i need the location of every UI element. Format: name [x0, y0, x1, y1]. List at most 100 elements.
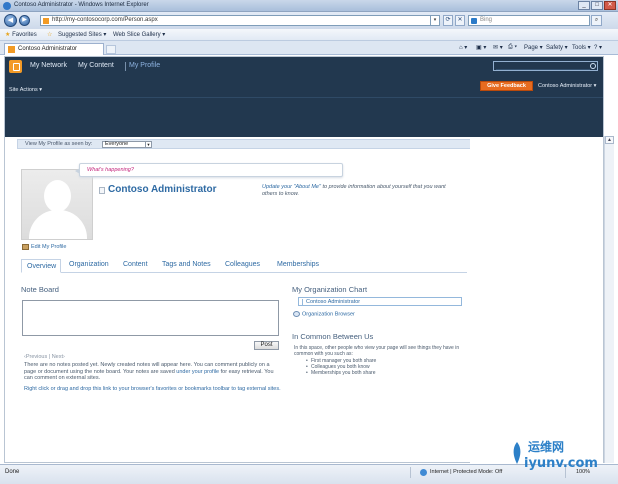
new-tab-button[interactable]: [106, 45, 116, 54]
page-menu[interactable]: Page ▾: [524, 44, 543, 51]
help-menu[interactable]: ? ▾: [594, 44, 602, 51]
watermark-line1: 运维网: [528, 440, 565, 454]
nav-separator: [125, 62, 126, 71]
suggested-sites-link[interactable]: Suggested Sites ▾: [58, 31, 106, 38]
tag-bookmarklet-link[interactable]: Right click or drag and drop this link t…: [24, 386, 282, 393]
avatar-head: [44, 180, 71, 212]
org-chart-node[interactable]: Contoso Administrator: [298, 297, 462, 306]
favorites-button[interactable]: ★ Favorites: [5, 31, 37, 38]
browser-navbar: ◀ ▶ http://my-contosocorp.com/Person.asp…: [0, 12, 618, 29]
presence-icon: [99, 187, 105, 194]
favorites-star-icon: ★: [5, 32, 11, 38]
vertical-scrollbar[interactable]: ▲: [604, 136, 614, 463]
post-button[interactable]: Post: [254, 341, 279, 350]
web-slice-gallery-link[interactable]: Web Slice Gallery ▾: [113, 31, 165, 38]
tab-organization[interactable]: Organization: [69, 261, 109, 268]
security-zone[interactable]: Internet | Protected Mode: Off: [430, 469, 502, 475]
edit-my-profile-link[interactable]: Edit My Profile: [22, 244, 66, 250]
status-divider: [410, 467, 411, 478]
internet-zone-icon: [420, 469, 427, 476]
search-button[interactable]: ⌕: [591, 15, 602, 26]
whats-happening-prompt[interactable]: What's happening?: [87, 167, 134, 173]
nav-my-profile[interactable]: My Profile: [129, 62, 160, 69]
nav-my-content[interactable]: My Content: [78, 62, 114, 69]
profile-name: Contoso Administrator: [108, 184, 217, 195]
minimize-button[interactable]: _: [578, 1, 590, 10]
edit-profile-icon: [22, 244, 29, 250]
print-icon[interactable]: ⎙ ▾: [508, 44, 517, 51]
search-underline: [496, 69, 590, 70]
note-pager[interactable]: ‹Previous | Next›: [24, 354, 65, 360]
tab-tags-and-notes[interactable]: Tags and Notes: [162, 261, 211, 268]
close-button[interactable]: ✕: [604, 1, 616, 10]
address-dropdown-icon[interactable]: ▾: [430, 16, 439, 25]
view-as-select[interactable]: Everyone ▼: [102, 141, 152, 148]
address-url[interactable]: http://my-contosocorp.com/Person.aspx: [52, 17, 158, 23]
people-search-input[interactable]: [493, 61, 598, 71]
mysite-logo-icon[interactable]: [9, 60, 22, 73]
tab-overview[interactable]: Overview: [21, 259, 61, 273]
watermark-line2: iyunv.com: [524, 456, 598, 471]
header-band: [5, 97, 603, 137]
maximize-button[interactable]: □: [591, 1, 603, 10]
browser-tabbar: Contoso Administrator ⌂ ▾ ▣ ▾ ✉ ▾ ⎙ ▾ Pa…: [0, 41, 618, 55]
sharepoint-header: My Network My Content My Profile Site Ac…: [5, 57, 603, 97]
tab-colleagues[interactable]: Colleagues: [225, 261, 260, 268]
note-board-heading: Note Board: [21, 285, 59, 294]
chevron-down-icon[interactable]: ▼: [145, 142, 151, 147]
organization-browser-link[interactable]: Organization Browser: [293, 311, 355, 317]
right-blank-area: [470, 137, 603, 463]
stop-icon[interactable]: ✕: [455, 15, 465, 26]
home-icon[interactable]: ⌂ ▾: [459, 44, 467, 51]
search-input[interactable]: Bing: [468, 15, 590, 26]
no-notes-message: There are no notes posted yet. Newly cre…: [24, 362, 282, 382]
org-chart-heading: My Organization Chart: [292, 285, 368, 294]
tab-content[interactable]: Content: [123, 261, 148, 268]
update-about-me-link[interactable]: Update your "About Me": [262, 184, 321, 190]
profile-photo: [21, 169, 93, 240]
list-item: Memberships you both share: [306, 370, 376, 377]
window-title: Contoso Administrator - Windows Internet…: [14, 2, 149, 8]
tab-memberships[interactable]: Memberships: [277, 261, 319, 268]
scroll-up-icon[interactable]: ▲: [605, 136, 614, 144]
feeds-icon[interactable]: ▣ ▾: [476, 44, 486, 51]
refresh-icon[interactable]: ⟳: [443, 15, 453, 26]
note-board-textarea[interactable]: [22, 300, 279, 336]
organization-browser-label: Organization Browser: [302, 311, 355, 318]
tab-favicon: [8, 46, 15, 53]
mail-icon[interactable]: ✉ ▾: [493, 44, 503, 51]
site-actions-menu[interactable]: Site Actions ▾: [9, 87, 42, 93]
search-placeholder: Bing: [480, 17, 493, 23]
view-as-label: View My Profile as seen by:: [25, 141, 93, 147]
page-favicon: [43, 18, 49, 24]
back-button[interactable]: ◀: [4, 14, 17, 27]
view-as-value: Everyone: [105, 141, 129, 147]
profile-main: View My Profile as seen by: Everyone ▼ W…: [11, 138, 473, 462]
search-icon[interactable]: [590, 63, 596, 69]
view-profile-as-bar: View My Profile as seen by: Everyone ▼: [17, 139, 473, 149]
in-common-list: First manager you both share Colleagues …: [306, 358, 376, 377]
give-feedback-button[interactable]: Give Feedback: [480, 81, 533, 91]
edit-my-profile-label: Edit My Profile: [31, 244, 67, 250]
safety-menu[interactable]: Safety ▾: [546, 44, 568, 51]
tools-menu[interactable]: Tools ▾: [572, 44, 591, 51]
under-your-profile-link[interactable]: under your profile: [176, 369, 219, 375]
user-menu[interactable]: Contoso Administrator ▾: [538, 83, 596, 89]
status-bubble[interactable]: What's happening?: [75, 163, 343, 177]
org-browser-icon: [293, 311, 300, 317]
profile-tabs: Overview Organization Content Tags and N…: [21, 259, 467, 273]
favorites-bar: ★ Favorites ☆ Suggested Sites ▾ Web Slic…: [0, 29, 618, 41]
status-text: Done: [5, 469, 20, 475]
forward-button[interactable]: ▶: [19, 15, 30, 26]
watermark-logo-icon: [513, 442, 521, 464]
ie-logo-icon: [3, 2, 11, 10]
in-common-description: In this space, other people who view you…: [294, 345, 460, 358]
add-favorites-icon[interactable]: ☆: [47, 31, 52, 38]
about-me-prompt: Update your "About Me" to provide inform…: [262, 184, 452, 198]
browser-tab[interactable]: Contoso Administrator: [4, 43, 104, 55]
nav-my-network[interactable]: My Network: [30, 62, 67, 69]
org-connector: [302, 299, 303, 305]
address-bar[interactable]: http://my-contosocorp.com/Person.aspx ▾: [40, 15, 440, 26]
window-titlebar: Contoso Administrator - Windows Internet…: [0, 0, 618, 12]
org-chart-person[interactable]: Contoso Administrator: [306, 299, 360, 305]
